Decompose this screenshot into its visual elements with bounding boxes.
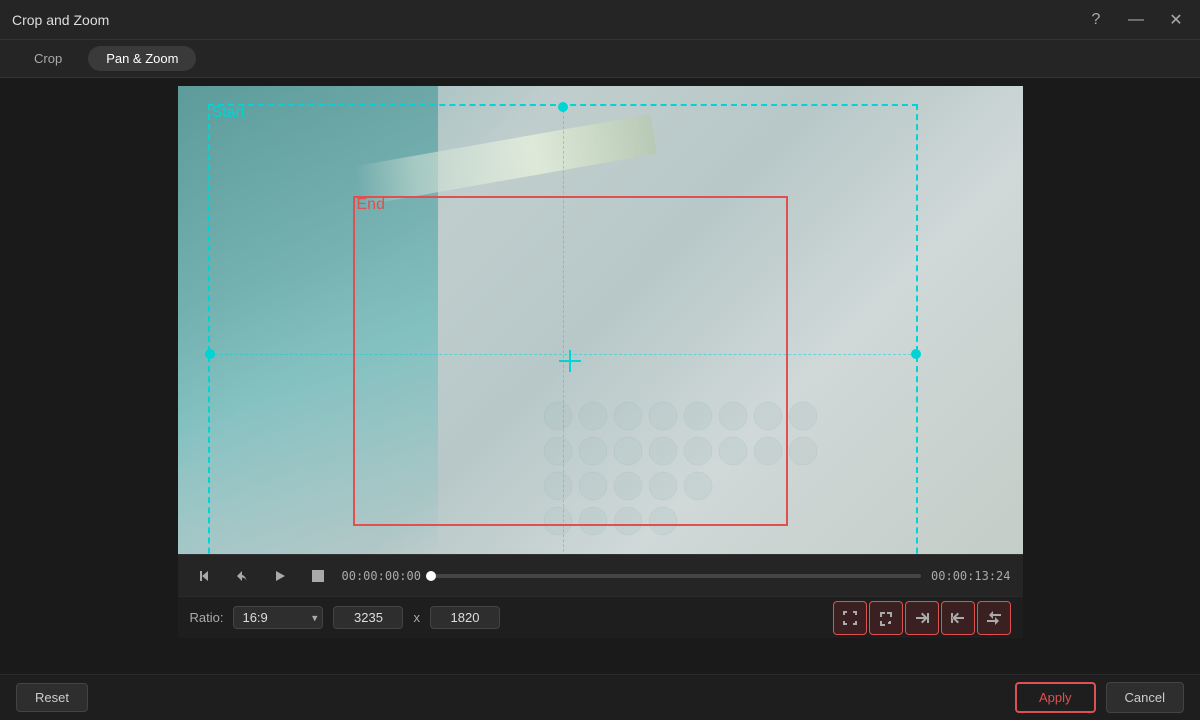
progress-dot <box>426 571 436 581</box>
ratio-select-wrap: 16:94:31:19:16Custom <box>233 606 323 629</box>
content-area: Start End <box>0 78 1200 720</box>
swap-icon-button[interactable] <box>977 601 1011 635</box>
tab-pan-zoom[interactable]: Pan & Zoom <box>88 46 196 71</box>
title-bar-left: Crop and Zoom <box>12 12 109 28</box>
fit-icon-button[interactable] <box>833 601 867 635</box>
ratio-label: Ratio: <box>190 610 224 625</box>
reset-button[interactable]: Reset <box>16 683 88 712</box>
icon-toolbar <box>833 601 1011 635</box>
help-button[interactable]: ? <box>1084 8 1108 32</box>
action-right: Apply Cancel <box>1015 682 1184 713</box>
action-row: Reset Apply Cancel <box>0 674 1200 720</box>
end-time: 00:00:13:24 <box>931 569 1010 583</box>
window-title: Crop and Zoom <box>12 12 109 28</box>
progress-bar[interactable] <box>431 574 921 578</box>
tab-crop[interactable]: Crop <box>16 46 80 71</box>
width-input[interactable] <box>333 606 403 629</box>
push-left-icon-button[interactable] <box>941 601 975 635</box>
apply-button[interactable]: Apply <box>1015 682 1096 713</box>
playback-controls: 00:00:00:00 00:00:13:24 <box>178 554 1023 596</box>
video-preview[interactable]: Start End <box>178 86 1023 554</box>
height-input[interactable] <box>430 606 500 629</box>
play-loop-button[interactable] <box>228 562 256 590</box>
play-button[interactable] <box>266 562 294 590</box>
title-bar: Crop and Zoom ? — ✕ <box>0 0 1200 40</box>
dimension-separator: x <box>413 610 420 625</box>
step-back-button[interactable] <box>190 562 218 590</box>
minimize-button[interactable]: — <box>1124 8 1148 32</box>
ratio-select[interactable]: 16:94:31:19:16Custom <box>233 606 323 629</box>
expand-icon-button[interactable] <box>869 601 903 635</box>
stop-button[interactable] <box>304 562 332 590</box>
cancel-button[interactable]: Cancel <box>1106 682 1184 713</box>
grid-plate-visual <box>528 356 928 554</box>
current-time: 00:00:00:00 <box>342 569 421 583</box>
tab-bar: Crop Pan & Zoom <box>0 40 1200 78</box>
push-right-icon-button[interactable] <box>905 601 939 635</box>
lab-glove-visual <box>178 86 438 554</box>
main-window: Crop and Zoom ? — ✕ Crop Pan & Zoom <box>0 0 1200 720</box>
title-bar-right: ? — ✕ <box>1084 8 1188 32</box>
close-button[interactable]: ✕ <box>1164 8 1188 32</box>
settings-row: Ratio: 16:94:31:19:16Custom x <box>178 596 1023 638</box>
